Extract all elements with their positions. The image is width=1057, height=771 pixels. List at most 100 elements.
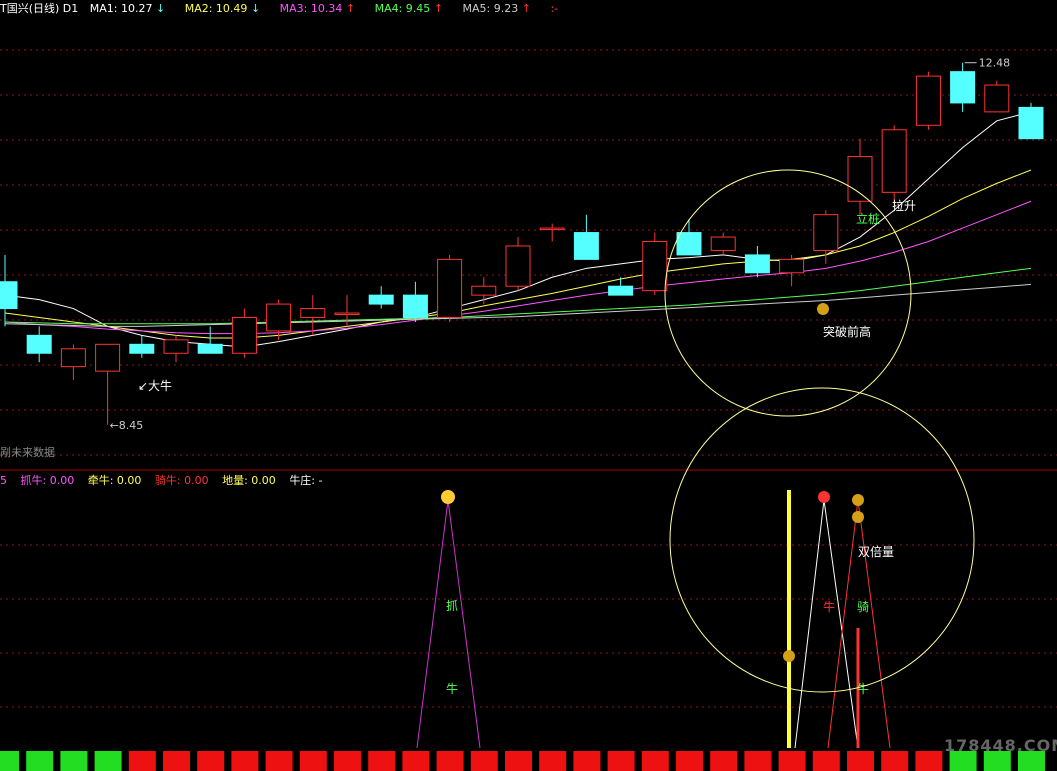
niuzhuang-legend: 牛庄: - (289, 474, 323, 487)
candle-body (197, 343, 223, 354)
candle-body (437, 258, 463, 318)
money-bag-icon (852, 511, 864, 523)
qi-label: 骑 (857, 600, 869, 614)
signal-block (607, 751, 635, 771)
zhuaniu-legend: 抓牛: 0.00 (20, 474, 75, 487)
highlight-circle-lower (669, 387, 975, 693)
candle-body (744, 254, 770, 274)
zhua-label: 抓 (446, 599, 458, 613)
smiley-icon (441, 490, 455, 504)
signal-block (0, 751, 19, 771)
niu-label-1: 牛 (446, 681, 458, 696)
signal-block (231, 751, 259, 771)
low-label: ←8.45 (110, 419, 144, 432)
candle-body (573, 232, 599, 260)
signal-block (60, 751, 88, 771)
qianniu-legend: 牵牛: 0.00 (87, 474, 142, 487)
signal-block (402, 751, 430, 771)
signal-block (163, 751, 190, 771)
money-bag-icon (783, 650, 795, 662)
ma1-legend: MA1: 10.27 ↓ (89, 2, 166, 15)
future-data-note: 剐未来数据 (0, 446, 55, 459)
candle-body (368, 294, 394, 305)
candle-body (539, 227, 565, 231)
signal-block (94, 751, 122, 771)
ma-extra-legend: :- (550, 2, 559, 15)
ma5-legend: MA5: 9.23 ↑ (462, 2, 531, 15)
niu-label-2: 牛 (823, 599, 835, 614)
candle-body (95, 343, 121, 372)
signal-block (197, 751, 225, 771)
signal-block (368, 751, 396, 771)
candle-body (1018, 106, 1044, 140)
candle-body (676, 232, 702, 256)
daniu-label: ↙大牛 (138, 378, 172, 393)
signal-block (915, 751, 943, 771)
candle-body (163, 339, 189, 354)
candle-body (950, 71, 976, 104)
candle-body (881, 129, 907, 193)
candle-body (60, 348, 86, 368)
double-volume-label: 双倍量 (858, 544, 894, 559)
candle-body (402, 294, 428, 318)
ma4-legend: MA4: 9.45 ↑ (374, 2, 444, 15)
signal-block (26, 751, 54, 771)
signal-block (812, 751, 840, 771)
signal-block (573, 751, 601, 771)
lasheng-label: 拉升 (892, 198, 916, 213)
niu-label-3: 牛 (857, 681, 869, 696)
signal-block (334, 751, 361, 771)
candle-body (779, 258, 805, 274)
signal-block (744, 751, 772, 771)
signal-block (265, 751, 293, 771)
signal-block (778, 751, 806, 771)
indicator-prefix: 5 (0, 474, 7, 487)
signal-block (881, 751, 909, 771)
high-label: 12.48 (979, 57, 1011, 70)
qiniu-legend: 骑牛: 0.00 (154, 474, 209, 487)
signal-block (676, 751, 703, 771)
stock-title: T国兴(日线) D1 (0, 2, 79, 15)
ma2-legend: MA2: 10.49 ↓ (184, 2, 261, 15)
upper-legend: T国兴(日线) D1 MA1: 10.27 ↓ MA2: 10.49 ↓ MA3… (0, 0, 566, 16)
candle-body (231, 316, 257, 354)
candle-body (710, 236, 736, 251)
candle-body (608, 285, 634, 296)
candle-body (334, 312, 360, 316)
signal-block (539, 751, 567, 771)
candle-body (0, 281, 18, 310)
candle-body (847, 156, 873, 202)
ma-line-ma1 (4, 111, 1032, 348)
candle-body (915, 75, 941, 126)
diliang-legend: 地量: 0.00 (222, 474, 276, 487)
red-ball-icon (818, 491, 830, 503)
signal-block (710, 751, 738, 771)
candle-body (984, 84, 1010, 113)
candle-body (642, 241, 668, 292)
money-bag-icon (852, 494, 864, 506)
candle-body (129, 343, 155, 354)
candle-body (505, 245, 531, 287)
candle-body (26, 334, 52, 354)
signal-block (505, 751, 532, 771)
signal-block (128, 751, 156, 771)
signal-block (470, 751, 498, 771)
breakthrough-label: 突破前高 (823, 324, 871, 339)
kline-chart: 12.48←8.45↙大牛突破前高立桩拉升抓牛牛 骑牛双倍量 (0, 49, 1057, 771)
signal-block (641, 751, 669, 771)
money-bag-icon (817, 303, 829, 315)
indicator-legend: 5 抓牛: 0.00 牵牛: 0.00 骑牛: 0.00 地量: 0.00 牛庄… (0, 472, 332, 488)
highlight-circle-upper (664, 169, 912, 417)
watermark: 178448.COM (944, 736, 1057, 755)
signal-block (299, 751, 327, 771)
zhuaniu-peak (416, 499, 481, 749)
candle-body (471, 285, 497, 296)
candle-body (813, 214, 839, 251)
ma3-legend: MA3: 10.34 ↑ (279, 2, 356, 15)
candle-body (266, 303, 292, 332)
candle-body (300, 308, 326, 318)
signal-block (436, 751, 464, 771)
niu-peak (794, 499, 859, 749)
lizhu-label: 立桩 (856, 211, 880, 226)
signal-block (847, 751, 874, 771)
